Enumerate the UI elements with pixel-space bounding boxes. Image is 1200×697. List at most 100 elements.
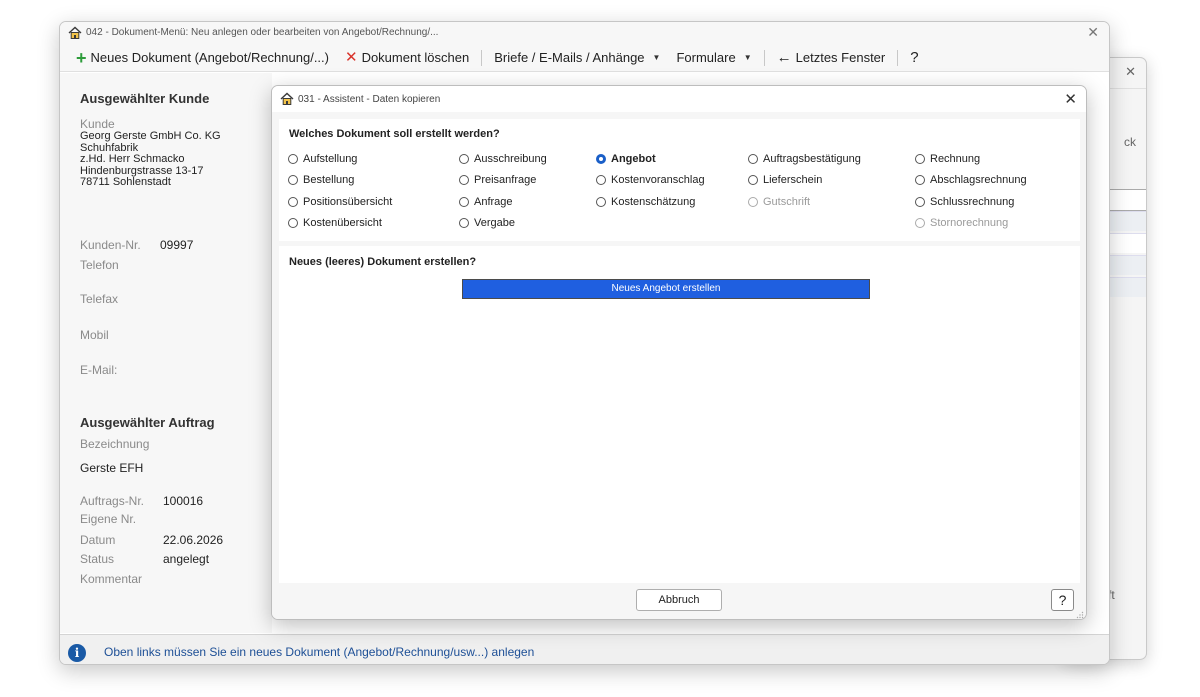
radio-option-label: Positionsübersicht	[303, 196, 393, 208]
radio-option-label: Ausschreibung	[474, 153, 547, 165]
email-label: E-Mail:	[80, 363, 118, 377]
create-new-offer-button[interactable]: Neues Angebot erstellen	[462, 279, 870, 299]
order-number: 100016	[163, 494, 204, 508]
toolbar-separator	[763, 49, 765, 66]
status-value: angelegt	[163, 552, 210, 566]
forms-menu-button[interactable]: Formulare ▼	[668, 50, 759, 65]
radio-circle-icon	[459, 218, 469, 228]
radio-option-bestellung[interactable]: Bestellung	[288, 174, 354, 186]
background-row	[1104, 233, 1146, 253]
radio-circle-icon	[459, 175, 469, 185]
radio-option-anfrage[interactable]: Anfrage	[459, 196, 513, 208]
own-number-label: Eigene Nr.	[80, 512, 137, 526]
customer-label: Kunde	[80, 117, 115, 131]
radio-option-label: Rechnung	[930, 153, 981, 165]
radio-circle-icon	[288, 175, 298, 185]
order-number-label: Auftrags-Nr.	[80, 494, 145, 508]
radio-circle-icon	[596, 154, 606, 164]
copy-data-assistant-dialog: 031 - Assistent - Daten kopieren ✕ Welch…	[271, 85, 1087, 620]
background-partial-text: ck	[1124, 135, 1136, 149]
order-heading: Ausgewählter Auftrag	[80, 415, 215, 430]
designation-label: Bezeichnung	[80, 437, 150, 451]
radio-option-auftragsbestätigung[interactable]: Auftragsbestätigung	[748, 153, 861, 165]
radio-option-abschlagsrechnung[interactable]: Abschlagsrechnung	[915, 174, 1027, 186]
letters-menu-label: Briefe / E-Mails / Anhänge	[494, 50, 645, 65]
radio-option-label: Bestellung	[303, 174, 355, 186]
window-title: 042 - Dokument-Menü: Neu anlegen oder be…	[86, 27, 439, 38]
radio-option-aufstellung[interactable]: Aufstellung	[288, 153, 357, 165]
radio-option-kostenschätzung[interactable]: Kostenschätzung	[596, 196, 695, 208]
radio-option-preisanfrage[interactable]: Preisanfrage	[459, 174, 536, 186]
dialog-footer: Abbruch ?	[272, 583, 1086, 619]
radio-option-ausschreibung[interactable]: Ausschreibung	[459, 153, 547, 165]
radio-option-label: Vergabe	[474, 217, 515, 229]
address-line: 78711 Sohlenstadt	[80, 176, 171, 188]
radio-circle-icon	[748, 197, 758, 207]
status-message: Oben links müssen Sie ein neues Dokument…	[104, 645, 535, 659]
home-icon	[280, 92, 294, 105]
letters-menu-button[interactable]: Briefe / E-Mails / Anhänge ▼	[486, 50, 668, 65]
radio-option-label: Kostenvoranschlag	[611, 174, 705, 186]
radio-option-lieferschein[interactable]: Lieferschein	[748, 174, 822, 186]
radio-option-label: Anfrage	[474, 196, 513, 208]
radio-circle-icon	[459, 154, 469, 164]
background-close-icon[interactable]: ✕	[1125, 64, 1136, 80]
address-line: Georg Gerste GmbH Co. KG	[80, 130, 221, 142]
radio-circle-icon	[459, 197, 469, 207]
help-button[interactable]: ?	[902, 49, 926, 66]
fax-label: Telefax	[80, 292, 119, 306]
radio-option-label: Aufstellung	[303, 153, 358, 165]
status-bar: i Oben links müssen Sie ein neues Dokume…	[60, 634, 1109, 664]
background-input[interactable]	[1104, 189, 1146, 211]
document-type-section: Welches Dokument soll erstellt werden? A…	[279, 119, 1080, 241]
customer-number-label: Kunden-Nr.	[80, 238, 141, 252]
radio-circle-icon	[596, 175, 606, 185]
last-window-button[interactable]: ← Letztes Fenster	[769, 50, 894, 65]
radio-circle-icon	[288, 218, 298, 228]
arrow-left-icon: ←	[776, 49, 792, 66]
radio-option-schlussrechnung[interactable]: Schlussrechnung	[915, 196, 1014, 208]
radio-option-label: Lieferschein	[763, 174, 823, 186]
radio-option-kostenübersicht[interactable]: Kostenübersicht	[288, 217, 382, 229]
radio-option-label: Kostenschätzung	[611, 196, 696, 208]
radio-circle-icon	[748, 154, 758, 164]
radio-option-kostenvoranschlag[interactable]: Kostenvoranschlag	[596, 174, 705, 186]
radio-option-stornorechnung: Stornorechnung	[915, 217, 1008, 229]
customer-number: 09997	[160, 238, 194, 252]
dialog-help-button[interactable]: ?	[1051, 589, 1074, 611]
new-document-label: Neues Dokument (Angebot/Rechnung/...)	[90, 50, 329, 65]
new-document-question: Neues (leeres) Dokument erstellen?	[289, 256, 477, 268]
dialog-title: 031 - Assistent - Daten kopieren	[298, 94, 441, 105]
date-value: 22.06.2026	[163, 533, 224, 547]
radio-option-label: Stornorechnung	[930, 217, 1009, 229]
radio-option-vergabe[interactable]: Vergabe	[459, 217, 515, 229]
radio-option-label: Angebot	[611, 153, 656, 165]
comment-label: Kommentar	[80, 572, 143, 586]
radio-option-positionsübersicht[interactable]: Positionsübersicht	[288, 196, 392, 208]
date-label: Datum	[80, 533, 116, 547]
window-titlebar: 042 - Dokument-Menü: Neu anlegen oder be…	[60, 22, 1109, 44]
caret-down-icon: ▼	[743, 53, 752, 62]
delete-document-label: Dokument löschen	[361, 50, 470, 65]
radio-circle-icon	[915, 154, 925, 164]
help-label: ?	[910, 49, 919, 66]
radio-circle-icon	[915, 218, 925, 228]
delete-document-button[interactable]: ✕ Dokument löschen	[337, 50, 477, 65]
new-document-button[interactable]: + Neues Dokument (Angebot/Rechnung/...)	[68, 49, 337, 67]
customer-address: Georg Gerste GmbH Co. KG Schuhfabrik z.H…	[80, 130, 221, 189]
cancel-button[interactable]: Abbruch	[636, 589, 722, 611]
radio-option-label: Gutschrift	[763, 196, 811, 208]
radio-option-rechnung[interactable]: Rechnung	[915, 153, 980, 165]
address-line: z.Hd. Herr Schmacko	[80, 153, 185, 165]
dialog-close-icon[interactable]: ✕	[1064, 90, 1077, 108]
background-row	[1104, 277, 1146, 297]
toolbar-separator	[897, 49, 899, 66]
background-row	[1104, 211, 1146, 231]
radio-option-label: Auftragsbestätigung	[763, 153, 861, 165]
window-close-icon[interactable]: ✕	[1087, 24, 1099, 41]
phone-label: Telefon	[80, 258, 119, 272]
dialog-titlebar: 031 - Assistent - Daten kopieren ✕	[272, 86, 1086, 112]
resize-grip-icon[interactable]	[1076, 611, 1084, 619]
radio-option-label: Abschlagsrechnung	[930, 174, 1027, 186]
radio-option-angebot[interactable]: Angebot	[596, 153, 656, 165]
